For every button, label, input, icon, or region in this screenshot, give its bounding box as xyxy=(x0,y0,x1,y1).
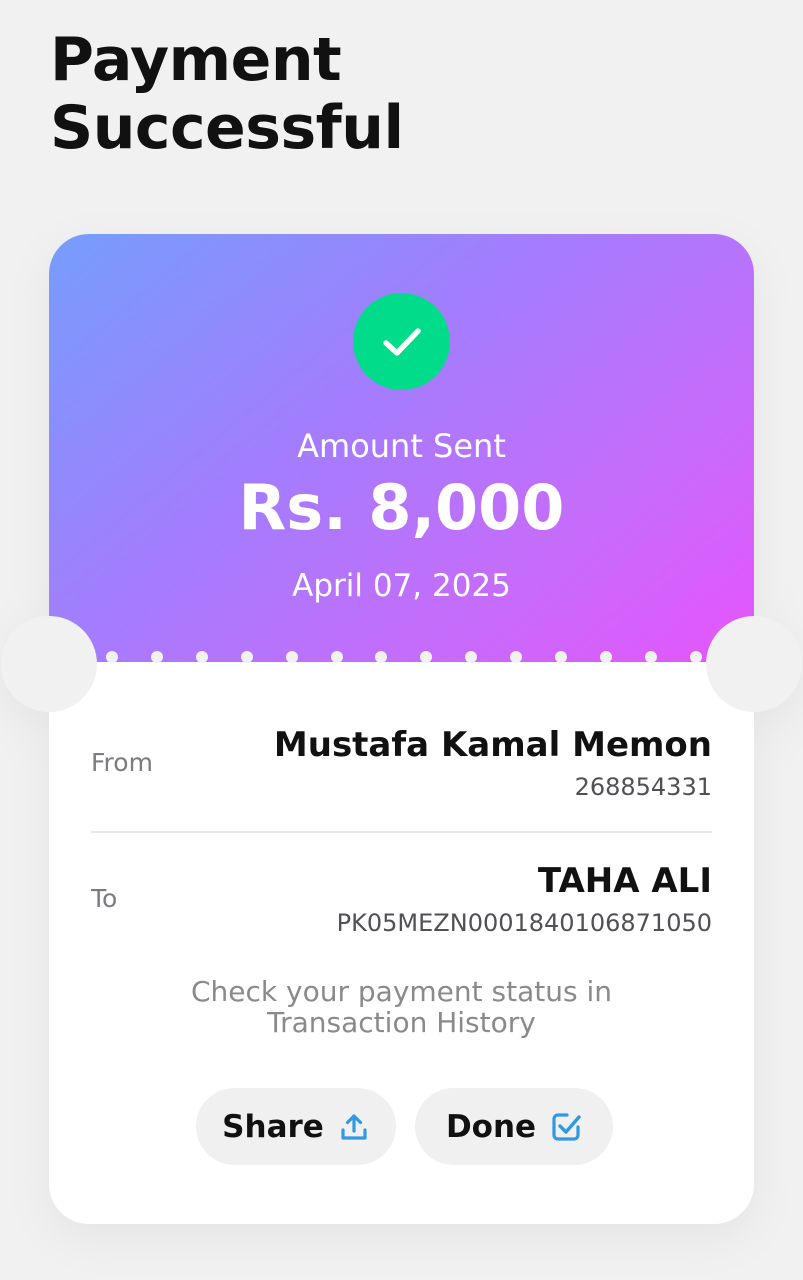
perforation-dot xyxy=(644,651,657,663)
share-label: Share xyxy=(222,1108,324,1145)
perforation-dot xyxy=(375,651,388,663)
perforation-dot xyxy=(240,651,253,663)
receipt-card: Amount Sent Rs. 8,000 April 07, 2025 Fro… xyxy=(1,234,802,1224)
perforation-dot xyxy=(420,651,433,663)
perforation-dot xyxy=(510,651,523,663)
recipient-account: PK05MEZN0001840106871050 xyxy=(336,909,712,937)
sender-account: 268854331 xyxy=(574,773,712,801)
check-icon xyxy=(353,293,450,390)
payment-success-screen: Payment Successful Amount Sent Rs. 8,000… xyxy=(0,0,803,1280)
perforation-dot xyxy=(106,651,118,663)
amount-label: Amount Sent xyxy=(297,427,506,465)
perforation-dot xyxy=(465,651,478,663)
page-title-line1: Payment xyxy=(50,25,342,95)
perforation-dot xyxy=(555,651,567,663)
perforation-dot xyxy=(195,651,208,663)
page-title-line2: Successful xyxy=(50,93,404,163)
recipient-name: TAHA ALI xyxy=(537,861,712,901)
perforation-dot xyxy=(599,651,612,663)
perforation-dot xyxy=(330,651,343,663)
perforation-dot xyxy=(150,651,163,663)
ticket-perforation xyxy=(49,649,754,665)
perforation-dot xyxy=(285,651,298,663)
done-button[interactable]: Done xyxy=(415,1088,613,1165)
perforation-dot xyxy=(689,651,702,663)
status-note: Check your payment status in Transaction… xyxy=(149,976,654,1038)
share-button[interactable]: Share xyxy=(196,1088,396,1165)
amount-value: Rs. 8,000 xyxy=(238,471,565,544)
status-note-line1: Check your payment status in xyxy=(191,975,612,1008)
divider xyxy=(91,831,712,833)
to-label: To xyxy=(91,884,118,913)
done-label: Done xyxy=(445,1108,537,1145)
from-label: From xyxy=(91,748,153,777)
payment-date: April 07, 2025 xyxy=(292,568,511,604)
upload-icon xyxy=(338,1111,370,1143)
transaction-history-text: Transaction History xyxy=(267,1006,536,1039)
checkbox-check-icon xyxy=(550,1111,582,1143)
page-title: Payment Successful xyxy=(50,26,404,162)
sender-name: Mustafa Kamal Memon xyxy=(273,725,712,765)
